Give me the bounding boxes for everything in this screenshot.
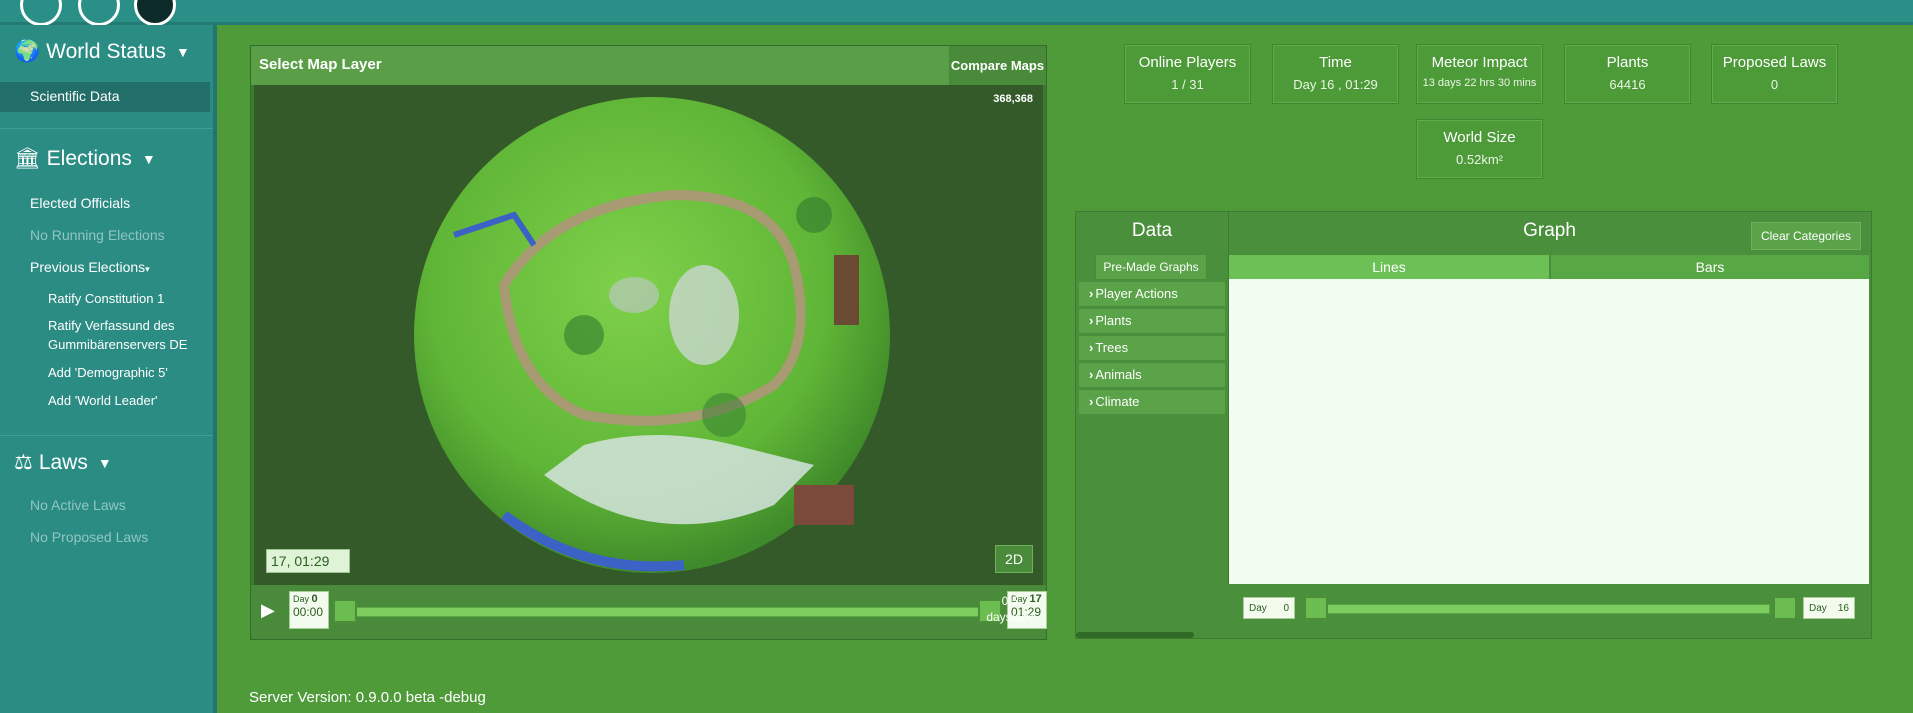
chevron-right-icon: › [1089,340,1094,355]
divider [0,128,213,129]
data-column: Data Pre-Made Graphs › Player Actions › Pl… [1076,212,1229,638]
category-climate[interactable]: › Climate [1079,390,1225,414]
world-status-header[interactable]: 🌍 World Status ▼ [14,40,190,64]
stat-plants: Plants 64416 [1564,44,1691,104]
elections-header[interactable]: 🏛 Elections ▼ [14,147,156,171]
globe-icon: 🌍 [14,40,41,63]
stat-meteor-impact: Meteor Impact 13 days 22 hrs 30 mins [1416,44,1543,104]
graph-end-day: Day 16 [1803,597,1855,619]
timeline-start-handle[interactable] [333,599,357,623]
sidebar: 🌍 World Status ▼ Scientific Data 🏛 Elect… [0,25,217,713]
data-scrollbar[interactable] [1076,632,1194,638]
select-map-layer[interactable]: Select Map Layer [259,56,382,73]
map-time-label: 17, 01:29 [266,549,350,573]
sidebar-item-scientific-data[interactable]: Scientific Data [30,88,119,104]
sidebar-item-no-active-laws: No Active Laws [30,497,126,513]
top-bar [0,0,1913,26]
graph-start-handle[interactable] [1304,596,1328,620]
caret-down-icon: ▼ [141,151,156,167]
bank-icon: 🏛 [14,147,41,170]
previous-election-item[interactable]: Add 'Demographic 5' [48,363,168,382]
map-coordinates: 368,368 [993,93,1033,105]
map-timeline: ▶ Day 0 00:00 Day 17 01:29 [251,585,1047,639]
chevron-right-icon: › [1089,367,1094,382]
world-map-view[interactable]: 368,368 17, 01:29 2D [254,85,1043,585]
graph-plot-area[interactable] [1229,279,1869,584]
planet-globe[interactable] [254,85,1043,585]
caret-down-icon: ▼ [97,454,112,471]
graph-timeline: Day 0 Day 16 [1228,584,1871,638]
previous-election-item[interactable]: Ratify Constitution 1 [48,289,164,308]
map-panel: Select Map Layer Compare Maps 368,368 17… [250,45,1047,640]
sidebar-item-no-proposed-laws: No Proposed Laws [30,529,149,545]
chevron-right-icon: › [1089,286,1094,301]
stat-time: Time Day 16 , 01:29 [1272,44,1399,104]
data-graph-panel: Data Pre-Made Graphs › Player Actions › Pl… [1075,211,1872,639]
sidebar-item-no-running-elections: No Running Elections [30,227,165,243]
timeline-slider-track[interactable] [345,607,991,617]
tab-lines[interactable]: Lines [1229,255,1549,279]
divider [0,435,213,436]
top-nav-button-2[interactable] [78,0,120,26]
scales-icon: ⚖ [14,451,33,474]
server-version: Server Version: 0.9.0.0 beta -debug [249,689,486,706]
category-player-actions[interactable]: › Player Actions [1079,282,1225,306]
graph-slider-track[interactable] [1308,604,1770,614]
sidebar-item-elected-officials[interactable]: Elected Officials [30,195,130,211]
category-animals[interactable]: › Animals [1079,363,1225,387]
stat-world-size: World Size 0.52km² [1416,119,1543,179]
previous-election-item[interactable]: Ratify Verfassund des Gummibärenservers … [48,316,187,354]
sidebar-item-previous-elections[interactable]: Previous Elections▾ [30,259,150,275]
chevron-right-icon: › [1089,394,1094,409]
toggle-2d-button[interactable]: 2D [995,545,1033,573]
premade-graphs-button[interactable]: Pre-Made Graphs [1095,254,1207,280]
previous-election-item[interactable]: Add 'World Leader' [48,391,158,410]
caret-down-icon: ▾ [145,264,150,274]
top-nav-button-3[interactable] [134,0,176,26]
caret-down-icon: ▼ [175,44,190,60]
laws-header[interactable]: ⚖ Laws ▼ [14,450,112,475]
playback-speed[interactable]: 0.5 days/sec [981,593,1039,625]
compare-maps-button[interactable]: Compare Maps [949,46,1046,85]
stat-online-players: Online Players 1 / 31 [1124,44,1251,104]
chevron-right-icon: › [1089,313,1094,328]
map-header: Select Map Layer Compare Maps [251,46,1046,85]
timeline-start-box: Day 0 00:00 [289,591,329,629]
top-nav-button-1[interactable] [20,0,62,26]
data-title: Data [1131,220,1173,241]
graph-column: Graph Clear Categories Lines Bars Day 0 D… [1228,212,1871,638]
tab-bars[interactable]: Bars [1551,255,1869,279]
graph-end-handle[interactable] [1773,596,1797,620]
category-plants[interactable]: › Plants [1079,309,1225,333]
clear-categories-button[interactable]: Clear Categories [1751,222,1861,250]
stat-proposed-laws: Proposed Laws 0 [1711,44,1838,104]
play-icon[interactable]: ▶ [261,600,275,621]
graph-start-day: Day 0 [1243,597,1295,619]
category-trees[interactable]: › Trees [1079,336,1225,360]
